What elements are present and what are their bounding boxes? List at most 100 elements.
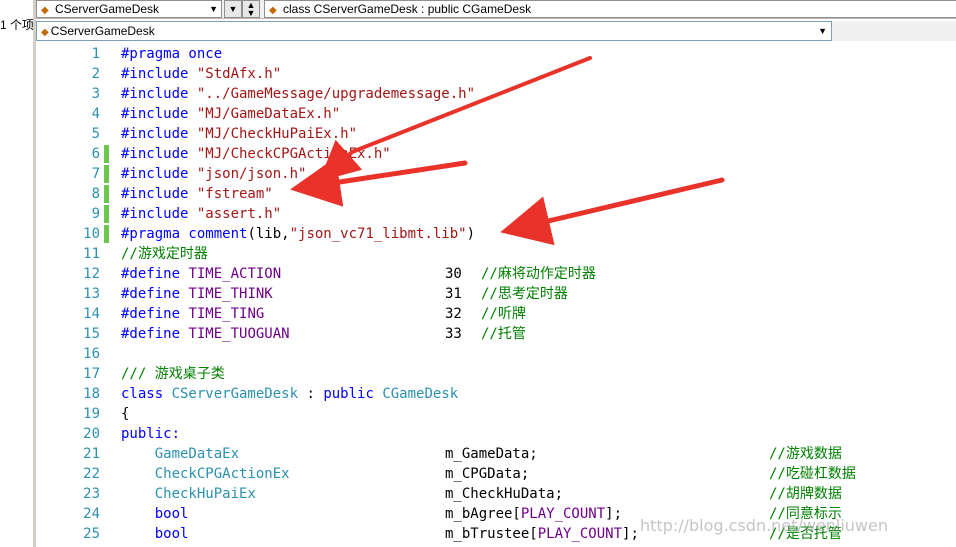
- line-number: 16: [83, 346, 100, 362]
- line-number: 24: [83, 506, 100, 522]
- code-token: #include: [121, 206, 197, 222]
- change-marker: [104, 225, 109, 243]
- change-marker: [104, 285, 109, 303]
- code-text: #include "MJ/CheckHuPaiEx.h": [121, 124, 357, 144]
- code-line[interactable]: 22 CheckCPGActionEx m_CPGData; //吃碰杠数据: [36, 464, 956, 484]
- code-text: #include "fstream": [121, 184, 273, 204]
- code-token: #include: [121, 126, 197, 142]
- code-token: public:: [121, 426, 181, 442]
- code-editor[interactable]: 1 #pragma once 2 #include "StdAfx.h" 3 #inclu…: [36, 42, 956, 547]
- code-token: ];: [622, 526, 639, 542]
- code-line[interactable]: 16: [36, 344, 956, 364]
- class-icon: ◆: [41, 5, 49, 16]
- code-token: bool: [121, 526, 189, 542]
- code-comment: //胡牌数据: [769, 486, 842, 502]
- code-line[interactable]: 6 #include "MJ/CheckCPGActionEx.h": [36, 144, 956, 164]
- code-text: //游戏定时器: [121, 244, 208, 264]
- code-line[interactable]: 14 #define TIME_TING 32 //听牌: [36, 304, 956, 324]
- change-marker: [104, 265, 109, 283]
- code-token: #include: [121, 186, 197, 202]
- code-token: #pragma comment: [121, 226, 248, 242]
- code-comment: //麻将动作定时器: [481, 266, 596, 282]
- code-line[interactable]: 17 /// 游戏桌子类: [36, 364, 956, 384]
- scope-navigation-bar[interactable]: ◆ CServerGameDesk ▼: [36, 21, 832, 41]
- code-token: TIME_ACTION: [188, 266, 282, 282]
- code-token: "../GameMessage/upgrademessage.h": [196, 86, 476, 102]
- code-token: "MJ/GameDataEx.h": [196, 106, 341, 122]
- code-line[interactable]: 13 #define TIME_THINK 31 //思考定时器: [36, 284, 956, 304]
- code-text: class CServerGameDesk : public CGameDesk: [121, 384, 458, 404]
- code-line[interactable]: 15 #define TIME_TUOGUAN 33 //托管: [36, 324, 956, 344]
- code-line[interactable]: 9 #include "assert.h": [36, 204, 956, 224]
- code-line[interactable]: 21 GameDataEx m_GameData; //游戏数据: [36, 444, 956, 464]
- code-line[interactable]: 18 class CServerGameDesk : public CGameDe…: [36, 384, 956, 404]
- code-text: GameDataEx: [121, 444, 239, 464]
- code-text: /// 游戏桌子类: [121, 364, 225, 384]
- member-name: m_GameData;: [445, 444, 538, 464]
- code-token: TIME_THINK: [188, 286, 273, 302]
- watermark: http://blog.csdn.net/wenliuwen: [640, 516, 888, 535]
- change-marker: [104, 425, 109, 443]
- code-line[interactable]: 4 #include "MJ/GameDataEx.h": [36, 104, 956, 124]
- split-window-button[interactable]: ▲ ▼: [242, 0, 260, 18]
- code-line[interactable]: 8 #include "fstream": [36, 184, 956, 204]
- code-comment: //托管: [481, 326, 526, 342]
- member-name: m_CPGData;: [445, 464, 529, 484]
- change-marker: [104, 505, 109, 523]
- code-line[interactable]: 23 CheckHuPaiEx m_CheckHuData; //胡牌数据: [36, 484, 956, 504]
- code-text: bool: [121, 524, 189, 544]
- code-token: PLAY_COUNT: [537, 526, 623, 542]
- code-token: PLAY_COUNT: [520, 506, 606, 522]
- code-token: CGameDesk: [382, 386, 459, 402]
- code-token: #define: [121, 286, 189, 302]
- line-number: 25: [83, 526, 100, 542]
- class-combo[interactable]: ◆ CServerGameDesk ▼: [36, 0, 222, 18]
- code-line[interactable]: 10 #pragma comment(lib,"json_vc71_libmt.l…: [36, 224, 956, 244]
- code-line[interactable]: 1 #pragma once: [36, 44, 956, 64]
- change-marker: [104, 185, 109, 203]
- code-text: #include "assert.h": [121, 204, 281, 224]
- code-text: #include "../GameMessage/upgrademessage.…: [121, 84, 475, 104]
- code-token: "StdAfx.h": [196, 66, 282, 82]
- member-name: m_bAgree[PLAY_COUNT];: [445, 504, 622, 524]
- chevron-down-icon[interactable]: ▼: [818, 22, 827, 40]
- code-line[interactable]: 5 #include "MJ/CheckHuPaiEx.h": [36, 124, 956, 144]
- code-line[interactable]: 2 #include "StdAfx.h": [36, 64, 956, 84]
- code-line[interactable]: 3 #include "../GameMessage/upgrademessage…: [36, 84, 956, 104]
- code-text: #include "StdAfx.h": [121, 64, 281, 84]
- define-value: 31: [445, 286, 462, 302]
- code-line[interactable]: 19 {: [36, 404, 956, 424]
- code-token: class: [121, 386, 172, 402]
- code-token: CheckCPGActionEx: [121, 466, 290, 482]
- line-number: 12: [83, 266, 100, 282]
- code-line[interactable]: 12 #define TIME_ACTION 30 //麻将动作定时器: [36, 264, 956, 284]
- chevron-down-icon[interactable]: ▼: [209, 1, 218, 17]
- code-text: #include "MJ/CheckCPGActionEx.h": [121, 144, 391, 164]
- line-number: 5: [91, 126, 100, 142]
- line-number: 6: [91, 146, 100, 162]
- change-marker: [104, 525, 109, 543]
- code-token: #pragma once: [121, 46, 223, 62]
- line-number: 18: [83, 386, 100, 402]
- code-token: #include: [121, 66, 197, 82]
- code-line[interactable]: 7 #include "json/json.h": [36, 164, 956, 184]
- code-token: :: [298, 386, 324, 402]
- code-token: "assert.h": [196, 206, 282, 222]
- code-token: //游戏定时器: [121, 246, 208, 262]
- line-number: 23: [83, 486, 100, 502]
- member-name: m_CheckHuData;: [445, 484, 563, 504]
- change-marker: [104, 365, 109, 383]
- code-token: "MJ/CheckHuPaiEx.h": [196, 126, 358, 142]
- code-token: m_GameData;: [445, 446, 538, 462]
- split-button[interactable]: ▼: [224, 0, 242, 18]
- editor-top-bar: ◆ CServerGameDesk ▼ ▼ ▲ ▼ ◆ class CServerGa…: [36, 0, 956, 19]
- member-combo[interactable]: ◆ class CServerGameDesk : public CGameDes…: [264, 0, 956, 18]
- class-combo-label: CServerGameDesk: [55, 2, 160, 16]
- code-line[interactable]: 20 public:: [36, 424, 956, 444]
- code-token: ];: [605, 506, 623, 522]
- code-token: TIME_TING: [188, 306, 265, 322]
- code-line[interactable]: 11 //游戏定时器: [36, 244, 956, 264]
- code-text: #include "json/json.h": [121, 164, 306, 184]
- line-number: 22: [83, 466, 100, 482]
- code-token: {: [121, 406, 130, 422]
